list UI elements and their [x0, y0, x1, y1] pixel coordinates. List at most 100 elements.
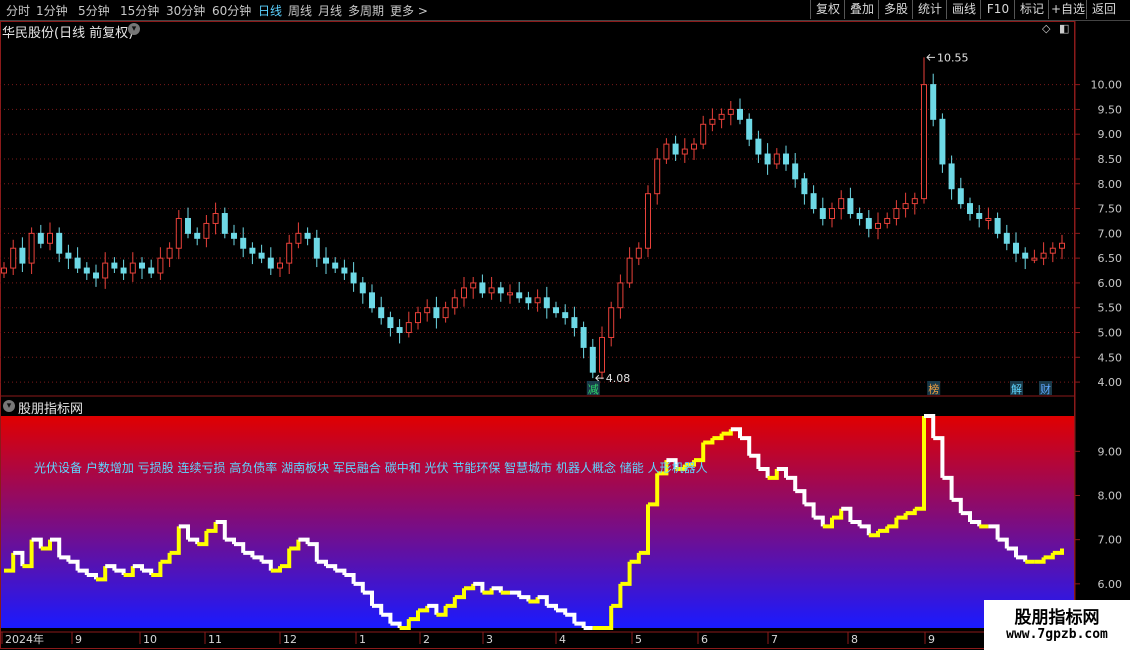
candle-body-29: [267, 257, 274, 269]
candle-body-47: [433, 307, 440, 319]
candle-body-111: [1022, 252, 1029, 259]
candle-body-62: [571, 317, 578, 329]
candle-body-60: [553, 307, 559, 314]
candle-body-101: [930, 84, 937, 120]
candle-body-44: [405, 322, 412, 334]
main-tick-label-2: 5.00: [1098, 327, 1123, 340]
indicator-background: [1, 416, 1074, 628]
candle-body-88: [810, 193, 817, 210]
candle-body-40: [369, 292, 375, 309]
candle-body-34: [313, 237, 320, 259]
candle-body-41: [378, 307, 385, 319]
indicator-panel-title: 股朋指标网: [18, 402, 84, 417]
candle-body-56: [516, 292, 523, 299]
x-tick-label-0: 2024年: [5, 632, 44, 646]
main-tick-label-8: 8.00: [1098, 178, 1123, 191]
main-tick-label-5: 6.50: [1098, 252, 1123, 265]
x-tick-label-2: 10: [143, 633, 157, 646]
candle-body-51: [470, 282, 477, 289]
candle-body-18: [166, 247, 173, 259]
main-tick-label-3: 5.50: [1098, 302, 1123, 315]
candle-body-75: [691, 143, 697, 150]
panel-layout-icon[interactable]: ◧: [1059, 22, 1069, 35]
candle-body-14: [129, 262, 136, 274]
candle-body-8: [74, 257, 81, 269]
candle-body-96: [884, 217, 891, 224]
candle-body-65: [599, 336, 605, 373]
candle-body-106: [976, 213, 983, 219]
candle-body-74: [681, 148, 688, 155]
candle-body-50: [461, 287, 467, 299]
x-tick-label-10: 6: [701, 633, 708, 646]
candle-body-36: [332, 262, 339, 269]
x-tick-label-6: 2: [423, 633, 430, 646]
chart-canvas[interactable]: 4.00 4.50 5.00 5.50 6.00 6.50 7.00 7.50 8.00 8.50…: [0, 0, 1130, 650]
candle-body-11: [102, 262, 109, 279]
candle-body-102: [939, 118, 946, 165]
candle-body-20: [185, 217, 191, 234]
candle-body-115: [1059, 242, 1065, 249]
candle-body-42: [387, 317, 394, 329]
candle-body-45: [415, 312, 421, 324]
candle-body-0: [1, 267, 7, 274]
candle-body-110: [1013, 242, 1019, 254]
candle-body-90: [829, 208, 835, 219]
annotation-arrow-0: [926, 53, 935, 61]
candle-body-68: [626, 257, 633, 284]
candle-body-109: [1003, 232, 1010, 244]
main-panel-title: 华民股份(日线 前复权): [2, 26, 134, 41]
candle-body-98: [902, 203, 909, 210]
candle-body-82: [755, 138, 762, 155]
candle-body-38: [350, 272, 357, 284]
candle-body-52: [479, 282, 486, 294]
candle-body-92: [847, 198, 854, 215]
candle-body-58: [534, 297, 541, 304]
candle-body-48: [442, 307, 449, 319]
candle-body-63: [580, 327, 587, 348]
candle-body-85: [783, 153, 789, 165]
main-tick-label-6: 7.00: [1098, 227, 1123, 240]
annotation-label-0: 10.55: [937, 51, 969, 64]
ind-tick-label-0: 6.00: [1098, 578, 1123, 591]
candle-body-19: [175, 217, 182, 249]
main-tick-label-9: 8.50: [1098, 153, 1123, 166]
ind-tick-label-2: 8.00: [1098, 490, 1123, 503]
candle-body-30: [277, 262, 283, 269]
diamond-icon[interactable]: ◇: [1042, 22, 1050, 35]
candle-body-27: [249, 247, 256, 254]
candle-body-7: [65, 252, 72, 259]
candle-body-1: [10, 247, 17, 269]
candle-body-64: [589, 346, 596, 373]
candle-body-39: [359, 282, 366, 294]
annotation-label-1: 4.08: [606, 372, 631, 385]
event-marker-2: 解: [1011, 382, 1022, 396]
candle-body-46: [424, 307, 431, 314]
main-collapse-icon[interactable]: ▾: [128, 23, 140, 35]
x-tick-label-11: 7: [771, 633, 778, 646]
candle-body-61: [562, 312, 569, 319]
main-tick-label-1: 4.50: [1098, 351, 1123, 364]
candle-body-21: [194, 232, 201, 239]
candle-body-4: [37, 232, 44, 244]
x-tick-label-12: 8: [851, 633, 858, 646]
candle-body-6: [56, 232, 63, 254]
event-marker-0: 减: [588, 383, 599, 396]
candle-body-104: [957, 188, 964, 205]
watermark: 股朋指标网 www.7gpzb.com: [984, 600, 1130, 650]
candle-body-114: [1049, 247, 1056, 254]
candle-body-81: [746, 118, 753, 140]
main-tick-label-7: 7.50: [1098, 203, 1123, 216]
candle-body-15: [139, 262, 145, 269]
candle-body-94: [865, 217, 872, 229]
candle-body-112: [1031, 257, 1038, 261]
candle-body-80: [737, 108, 743, 120]
candle-body-97: [893, 208, 900, 219]
candle-body-113: [1040, 252, 1047, 259]
main-tick-label-11: 9.50: [1098, 103, 1123, 116]
indicator-collapse-icon[interactable]: ▾: [3, 400, 15, 412]
candle-body-59: [543, 297, 550, 309]
candle-body-89: [819, 208, 826, 219]
candle-body-84: [773, 153, 780, 165]
candle-body-107: [985, 217, 992, 221]
ind-tick-label-3: 9.00: [1098, 445, 1123, 458]
